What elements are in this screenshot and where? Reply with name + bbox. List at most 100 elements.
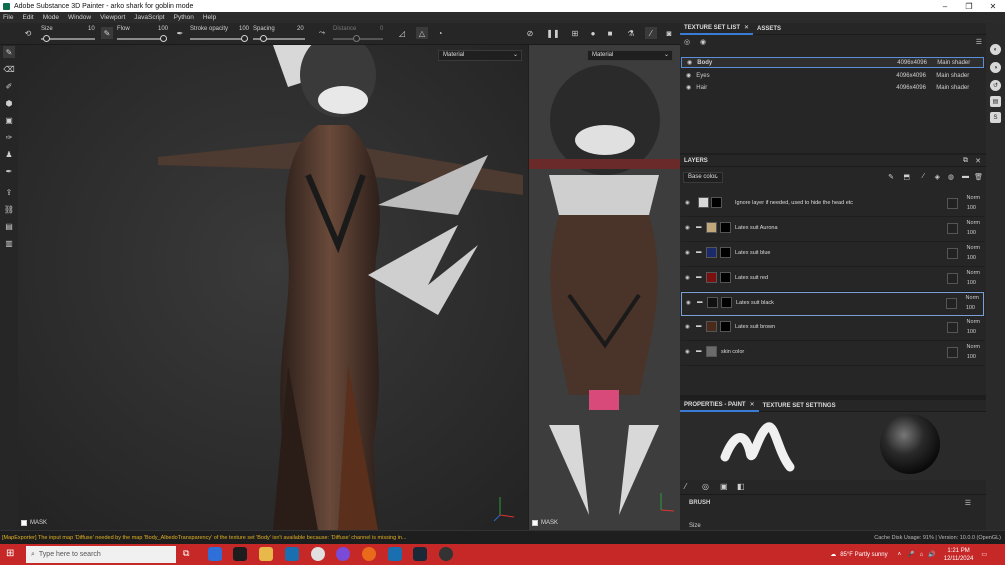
substance-icon[interactable]: S — [990, 112, 1001, 123]
weather-icon[interactable]: ☁ — [830, 551, 836, 558]
projection-tool-icon[interactable]: ✐ — [3, 80, 15, 92]
file-explorer-icon[interactable] — [259, 547, 273, 561]
delete-layer-icon[interactable]: 🗑 — [974, 173, 983, 181]
stroke-opacity-knob[interactable] — [241, 35, 248, 42]
eye-icon[interactable]: ◉ — [700, 38, 706, 46]
screenshot-icon[interactable]: ◙ — [663, 27, 675, 39]
tab-texture-set-list[interactable]: TEXTURE SET LIST ✕ — [680, 23, 754, 35]
eye-icon[interactable]: ◉ — [687, 59, 692, 66]
edge-icon[interactable] — [208, 547, 222, 561]
taskbar-search[interactable]: ⌕ Type here to search — [26, 546, 176, 563]
texture-set-row[interactable]: ◉ Body 4096x4096 Main shader — [681, 57, 984, 68]
layer-row[interactable]: ◉ ▬ Latex suit Aurona Norm 100 — [681, 218, 984, 242]
layer-blend-mode[interactable]: Norm — [966, 295, 979, 301]
eye-icon[interactable]: ◉ — [686, 300, 691, 306]
viewport-3d-mode-select[interactable]: Material ⌄ — [438, 50, 522, 61]
history-icon[interactable]: ↺ — [990, 80, 1001, 91]
pen-icon[interactable]: ✒ — [174, 27, 186, 39]
flow-slider[interactable] — [117, 35, 167, 42]
size-value[interactable]: 10 — [88, 26, 95, 32]
layer-blend-mode[interactable]: Norm — [967, 220, 980, 226]
projection-icon[interactable]: ◔ — [434, 27, 446, 39]
layer-blend-mode[interactable]: Norm — [967, 195, 980, 201]
display-settings-icon[interactable]: ⊞ — [569, 27, 581, 39]
network-icon[interactable]: ⌂ — [920, 552, 924, 558]
menu-window[interactable]: Window — [68, 14, 91, 21]
stencil-icon[interactable]: ▣ — [720, 482, 728, 491]
layer-opacity[interactable]: 100 — [967, 230, 976, 236]
mask-checkbox-2d[interactable] — [532, 520, 538, 526]
layer-opacity[interactable]: 100 — [967, 354, 976, 360]
layer-row[interactable]: ◉ Ignore layer if needed, used to hide t… — [681, 193, 984, 217]
eye-icon[interactable]: ◉ — [685, 200, 690, 206]
eye-icon[interactable]: ◉ — [685, 225, 690, 231]
close-icon[interactable]: ✕ — [975, 157, 981, 165]
chevron-up-icon[interactable]: ˄ — [898, 552, 902, 558]
lazy-mouse-icon[interactable]: ⤳ — [316, 27, 328, 39]
close-icon[interactable]: ✕ — [750, 401, 755, 408]
mask-toggle-2d[interactable]: MASK — [532, 520, 558, 526]
layer-blend-mode[interactable]: Norm — [967, 319, 980, 325]
weather-text[interactable]: 85°F Partly sunny — [840, 552, 887, 558]
layer-row-selected[interactable]: ◉ ▬ Latex suit black Norm 100 — [681, 292, 984, 316]
paint-brush-icon[interactable]: ⁄ — [645, 27, 657, 39]
app-icon[interactable] — [285, 547, 299, 561]
menu-file[interactable]: File — [3, 14, 13, 21]
layer-opacity[interactable]: 100 — [967, 255, 976, 261]
menu-mode[interactable]: Mode — [43, 14, 59, 21]
channel-select[interactable]: Base color ⌄ — [683, 172, 723, 183]
spacing-slider-knob[interactable] — [260, 35, 268, 42]
size-slider-knob[interactable] — [43, 35, 51, 42]
measure-tool-icon[interactable]: ▥ — [3, 237, 15, 249]
clone-tool-icon[interactable]: ♟ — [3, 148, 15, 160]
texture-set-row[interactable]: ◉ Eyes 4096x4096 Main shader — [681, 70, 984, 81]
eye-icon[interactable]: ◉ — [685, 349, 690, 355]
menu-edit[interactable]: Edit — [22, 14, 33, 21]
menu-python[interactable]: Python — [174, 14, 194, 21]
layer-blend-mode[interactable]: Norm — [967, 245, 980, 251]
windows-start-icon[interactable]: ⊞ — [6, 548, 14, 559]
mask-toggle-3d[interactable]: MASK — [21, 520, 47, 526]
layer-opacity[interactable]: 100 — [966, 305, 975, 311]
path-tool-icon[interactable]: ⛓ — [3, 203, 15, 215]
obs-icon[interactable] — [439, 547, 453, 561]
volume-icon[interactable]: 🔊 — [928, 551, 935, 558]
clock[interactable]: 1:21 PM 12/11/2024 — [944, 547, 974, 563]
distance-slider[interactable] — [333, 35, 383, 42]
notifications-icon[interactable]: ▭ — [981, 551, 987, 558]
eraser-tool-icon[interactable]: ⌫ — [3, 63, 15, 75]
app-icon[interactable] — [388, 547, 402, 561]
eye-icon[interactable]: ◉ — [685, 324, 690, 330]
chrome-icon[interactable] — [311, 547, 325, 561]
distance-slider-knob[interactable] — [353, 35, 360, 42]
discord-icon[interactable] — [336, 547, 350, 561]
spacing-value[interactable]: 20 — [297, 26, 304, 32]
eye-icon[interactable]: ◉ — [686, 72, 691, 79]
add-smart-material-icon[interactable]: ◍ — [948, 173, 954, 181]
brush-icon[interactable]: ⁄ — [685, 482, 686, 491]
close-button[interactable]: ✕ — [981, 0, 1005, 12]
pycharm-icon[interactable] — [233, 547, 247, 561]
minimize-button[interactable]: – — [933, 0, 957, 12]
layer-opacity[interactable]: 100 — [967, 280, 976, 286]
menu-help[interactable]: Help — [203, 14, 216, 21]
eye-icon[interactable]: ◉ — [686, 84, 691, 91]
layer-opacity[interactable]: 100 — [967, 329, 976, 335]
close-icon[interactable]: ✕ — [744, 24, 749, 31]
layer-row[interactable]: ◉ ▬ Latex suit blue Norm 100 — [681, 243, 984, 267]
texture-set-row[interactable]: ◉ Hair 4096x4096 Main shader — [681, 82, 984, 93]
text-tool-icon[interactable]: ▤ — [3, 220, 15, 232]
alpha-icon[interactable]: ◎ — [702, 482, 709, 491]
maximize-button[interactable]: ❐ — [957, 0, 981, 12]
visibility-icon[interactable]: ◎ — [684, 38, 690, 46]
layer-row[interactable]: ◉ ▬ Latex suit red Norm 100 — [681, 268, 984, 292]
tab-texture-set-settings[interactable]: TEXTURE SET SETTINGS — [759, 400, 840, 412]
viewport-3d[interactable]: Material ⌄ MASK — [18, 45, 528, 530]
layer-blend-mode[interactable]: Norm — [967, 344, 980, 350]
add-folder-icon[interactable]: ▬ — [962, 173, 969, 180]
mirror-icon[interactable]: △ — [416, 27, 428, 39]
flow-slider-knob[interactable] — [160, 35, 167, 42]
add-paint-layer-icon[interactable]: ⁄ — [923, 173, 924, 180]
steam-icon[interactable] — [413, 547, 427, 561]
stroke-opacity-slider[interactable] — [190, 35, 248, 42]
